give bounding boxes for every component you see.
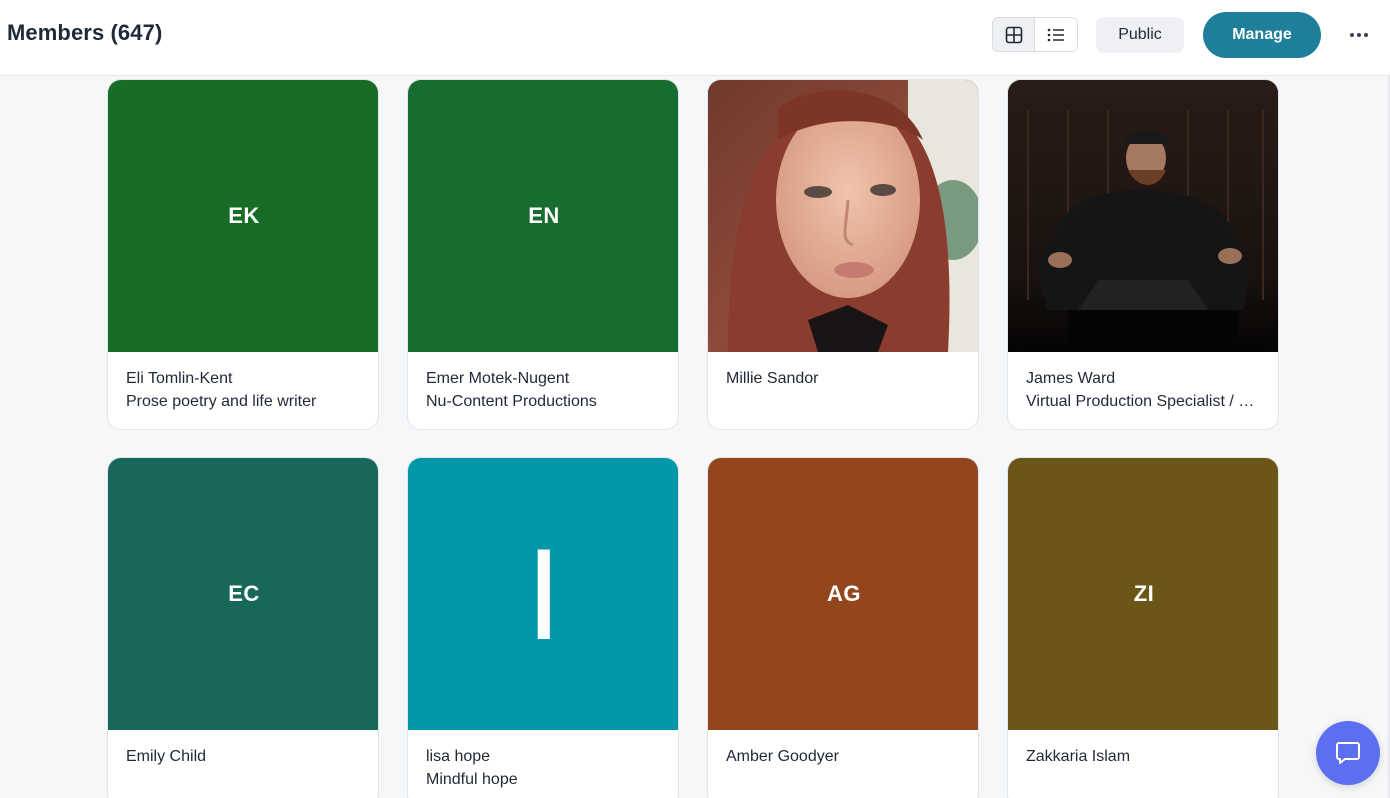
- avatar-initials: I: [525, 521, 563, 667]
- avatar-initials: EC: [228, 581, 260, 606]
- member-avatar: I: [408, 458, 678, 730]
- chat-button[interactable]: [1316, 721, 1380, 785]
- member-card[interactable]: EC Emily Child: [107, 457, 379, 798]
- avatar-initials: EK: [228, 203, 260, 228]
- member-name: Emer Motek-Nugent: [426, 370, 570, 387]
- member-photo: [1008, 80, 1278, 352]
- member-avatar: EK: [108, 80, 378, 352]
- member-card[interactable]: EK Eli Tomlin-Kent Prose poetry and life…: [107, 79, 379, 430]
- member-subtitle: Mindful hope: [426, 771, 518, 788]
- public-button[interactable]: Public: [1096, 17, 1184, 53]
- ellipsis-icon: [1350, 33, 1368, 37]
- member-subtitle: Virtual Production Specialist / Cinemato…: [1026, 393, 1260, 410]
- grid-icon: [1005, 26, 1022, 43]
- member-name: James Ward: [1026, 370, 1116, 387]
- members-grid: EK Eli Tomlin-Kent Prose poetry and life…: [107, 79, 1281, 798]
- member-avatar: AG: [708, 458, 978, 730]
- list-view-button[interactable]: [1035, 18, 1077, 51]
- portrait-photo-icon: [1008, 80, 1278, 352]
- member-name: Eli Tomlin-Kent: [126, 370, 233, 387]
- member-name: lisa hope: [426, 748, 491, 765]
- member-card[interactable]: James Ward Virtual Production Specialist…: [1007, 79, 1279, 430]
- more-options-button[interactable]: [1340, 22, 1378, 48]
- grid-view-button[interactable]: [993, 18, 1035, 51]
- page-title: Members (647): [7, 20, 163, 45]
- member-card[interactable]: EN Emer Motek-Nugent Nu-Content Producti…: [407, 79, 679, 430]
- member-avatar: ZI: [1008, 458, 1278, 730]
- top-bar: Members (647) Public Manage: [0, 0, 1390, 76]
- member-name: Zakkaria Islam: [1026, 748, 1131, 765]
- view-toggle: [992, 17, 1078, 52]
- manage-button[interactable]: Manage: [1203, 12, 1321, 58]
- avatar-initials: AG: [827, 581, 861, 606]
- member-name: Emily Child: [126, 748, 207, 765]
- member-avatar: EC: [108, 458, 378, 730]
- member-card[interactable]: Millie Sandor: [707, 79, 979, 430]
- member-avatar: EN: [408, 80, 678, 352]
- member-card[interactable]: ZI Zakkaria Islam: [1007, 457, 1279, 798]
- member-subtitle: Nu-Content Productions: [426, 393, 597, 410]
- member-photo: [708, 80, 978, 352]
- member-subtitle: Prose poetry and life writer: [126, 393, 317, 410]
- avatar-initials: EN: [528, 203, 560, 228]
- chat-bubble-icon: [1336, 742, 1360, 764]
- avatar-initials: ZI: [1133, 581, 1155, 606]
- member-name: Amber Goodyer: [726, 748, 839, 765]
- member-name: Millie Sandor: [726, 370, 819, 387]
- portrait-photo-icon: [708, 80, 978, 352]
- list-icon: [1047, 28, 1064, 41]
- member-card[interactable]: AG Amber Goodyer: [707, 457, 979, 798]
- member-card[interactable]: I lisa hope Mindful hope: [407, 457, 679, 798]
